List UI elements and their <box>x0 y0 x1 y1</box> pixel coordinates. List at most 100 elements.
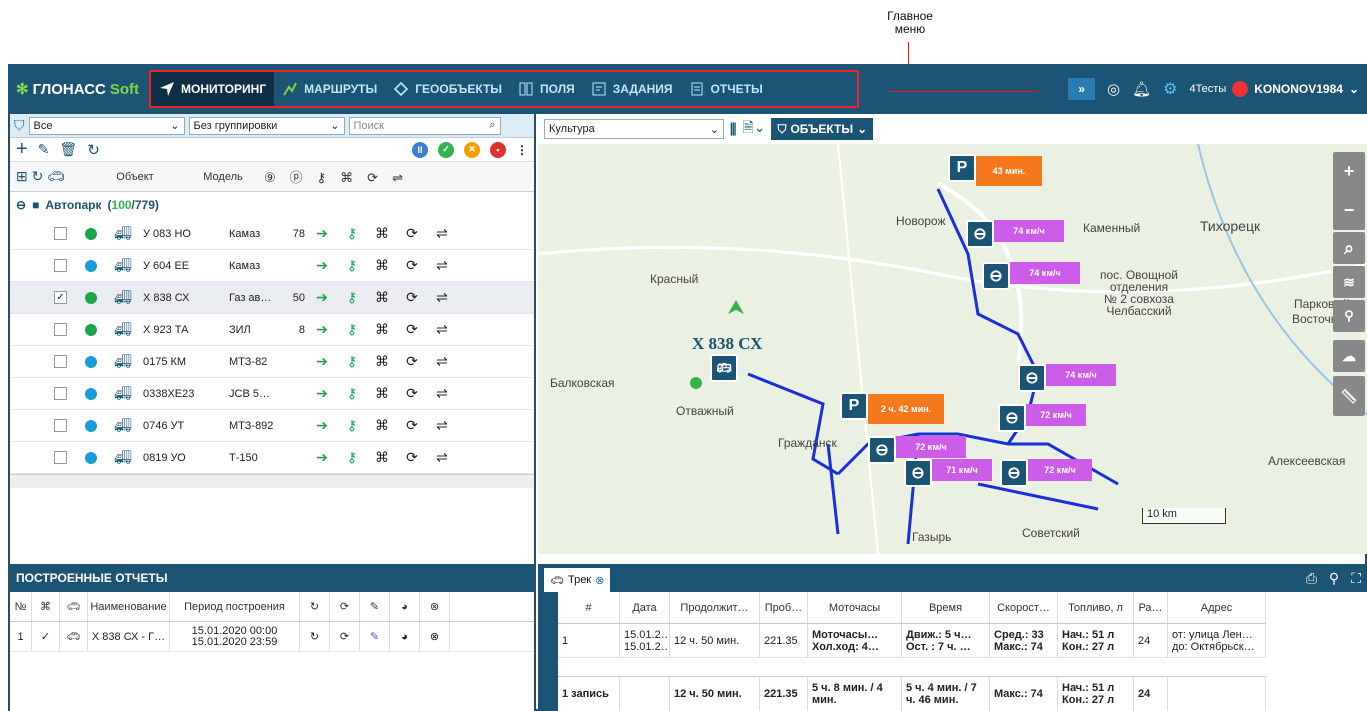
status-arrow-icon[interactable]: ➔ <box>307 385 337 402</box>
row-checkbox[interactable] <box>54 323 67 336</box>
pin-icon[interactable]: ⚲ <box>1329 570 1339 587</box>
gear-icon[interactable]: ⚙ <box>1163 79 1177 99</box>
kebab-menu-icon[interactable]: ⋮ <box>516 143 528 157</box>
track-header-cell[interactable]: Время <box>902 592 990 623</box>
binoculars-icon[interactable]: ⌘ <box>367 449 397 466</box>
history-icon[interactable]: ⟳ <box>397 321 427 338</box>
key-icon[interactable]: ⚷ <box>337 449 367 466</box>
speed-marker[interactable]: ⊖ 72 км/ч <box>998 404 1086 432</box>
bus-marker-icon[interactable]: 🚌︎ <box>710 354 738 382</box>
track-icon[interactable]: ⇌ <box>427 417 457 434</box>
object-row[interactable]: ✓ 🚚︎ Х 838 СХ Газ ав… 50 ➔ ⚷ ⌘ ⟳ ⇌ <box>10 282 534 314</box>
stop-marker[interactable]: P 43 мин. <box>948 154 1042 186</box>
speed-marker[interactable]: ⊖ 74 км/ч <box>1018 364 1116 392</box>
history-icon[interactable]: ⟳ <box>397 353 427 370</box>
ruler-icon[interactable]: 📏︎ <box>1333 376 1365 416</box>
status-arrow-icon[interactable]: ➔ <box>307 225 337 242</box>
row-checkbox[interactable] <box>54 387 67 400</box>
report-checkbox[interactable]: ✓ <box>32 622 60 651</box>
header-name[interactable]: Наименование <box>88 592 170 621</box>
status-arrow-icon[interactable]: ➔ <box>307 353 337 370</box>
key-icon[interactable]: ⚷ <box>337 225 367 242</box>
binoculars-icon[interactable]: ⌘ <box>367 385 397 402</box>
object-row[interactable]: 🚚︎ 0746 УТ МТЗ-892 ➔ ⚷ ⌘ ⟳ ⇌ <box>10 410 534 442</box>
pause-status-icon[interactable]: II <box>412 141 428 158</box>
object-row[interactable]: 🚚︎ 0175 КМ МТЗ-82 ➔ ⚷ ⌘ ⟳ ⇌ <box>10 346 534 378</box>
track-icon[interactable]: ⇌ <box>427 449 457 466</box>
status-arrow-icon[interactable]: ➔ <box>307 417 337 434</box>
history-icon[interactable]: ⟳ <box>397 417 427 434</box>
track-header-cell[interactable]: Дата <box>620 592 670 623</box>
object-plate[interactable]: 0338ХЕ23 <box>137 388 229 400</box>
map-layer-select[interactable]: Культура ⌄ <box>544 119 724 139</box>
object-plate[interactable]: 0175 КМ <box>137 356 229 368</box>
edit-icon[interactable]: ✎ <box>38 141 50 158</box>
zoom-in-button[interactable]: + <box>1344 161 1355 182</box>
header-period[interactable]: Период построения <box>170 592 300 621</box>
object-plate[interactable]: Х 923 ТА <box>137 324 229 336</box>
speed-marker[interactable]: ⊖ 71 км/ч <box>904 459 992 487</box>
row-checkbox[interactable] <box>54 419 67 432</box>
history-icon[interactable]: ⟳ <box>397 289 427 306</box>
zoom-out-button[interactable]: − <box>1344 200 1355 221</box>
menu-geoobjects[interactable]: ГЕООБЪЕКТЫ <box>385 72 510 106</box>
key-icon[interactable]: ⚷ <box>337 257 367 274</box>
track-icon[interactable]: ⇌ <box>427 321 457 338</box>
binoculars-icon[interactable]: ⌘ <box>367 289 397 306</box>
track-icon[interactable]: ⇌ <box>427 225 457 242</box>
map-search-icon[interactable]: ⌕ <box>1333 232 1365 264</box>
key-icon[interactable]: ⚷ <box>337 417 367 434</box>
track-icon[interactable]: ⇌ <box>427 257 457 274</box>
object-plate[interactable]: Х 838 СХ <box>137 292 229 304</box>
object-plate[interactable]: У 604 ЕЕ <box>137 260 229 272</box>
object-row[interactable]: 🚚︎ У 083 НО Камаз 78 ➔ ⚷ ⌘ ⟳ ⇌ <box>10 218 534 250</box>
track-header-cell[interactable]: Ра… <box>1134 592 1168 623</box>
speed-marker[interactable]: ⊖ 74 км/ч <box>966 220 1064 248</box>
object-row[interactable]: 🚚︎ 0819 УО Т-150 ➔ ⚷ ⌘ ⟳ ⇌ <box>10 442 534 474</box>
tab-track[interactable]: 🚗︎ Трек ⊗ <box>544 568 611 592</box>
route-tool-icon[interactable]: ⚲ <box>1333 300 1365 332</box>
refresh-icon[interactable]: ↻ <box>87 141 100 159</box>
lock-status-icon[interactable]: ▪ <box>490 141 506 158</box>
bell-icon[interactable]: 🔔︎ <box>1132 80 1151 98</box>
status-arrow-icon[interactable]: ➔ <box>307 449 337 466</box>
pie-report-button[interactable]: ◕ <box>390 622 420 651</box>
menu-tasks[interactable]: ЗАДАНИЯ <box>583 72 681 106</box>
account-menu[interactable]: 4Тесты KONONOV1984 ⌄ <box>1189 81 1359 97</box>
weather-icon[interactable]: ☁ <box>1333 340 1365 372</box>
track-header-cell[interactable]: Моточасы <box>808 592 902 623</box>
key-icon[interactable]: ⚷ <box>337 353 367 370</box>
column-tools-icon[interactable]: ⊞ ↻ 🚗︎ <box>10 168 80 185</box>
ok-status-icon[interactable]: ✓ <box>438 141 454 158</box>
track-icon[interactable]: ⇌ <box>427 385 457 402</box>
key-icon[interactable]: ⚷ <box>337 321 367 338</box>
track-header-cell[interactable]: # <box>558 592 620 623</box>
binoculars-icon[interactable]: ⌘ <box>367 353 397 370</box>
camera-icon[interactable]: ◎ <box>1107 80 1120 98</box>
history-report-button[interactable]: ⟳ <box>330 622 360 651</box>
row-checkbox[interactable] <box>54 227 67 240</box>
more-menu-button[interactable]: » <box>1068 78 1095 100</box>
menu-fields[interactable]: ПОЛЯ <box>510 72 583 106</box>
expand-icon[interactable]: ⛶ <box>1351 570 1361 587</box>
row-checkbox[interactable] <box>54 451 67 464</box>
object-row[interactable]: 🚚︎ Х 923 ТА ЗИЛ 8 ➔ ⚷ ⌘ ⟳ ⇌ <box>10 314 534 346</box>
track-header-cell[interactable]: Топливо, л <box>1058 592 1134 623</box>
layers-icon[interactable]: ≋ <box>1333 266 1365 298</box>
track-icon[interactable]: ⇌ <box>427 353 457 370</box>
binoculars-icon[interactable]: ⌘ <box>367 225 397 242</box>
chart-report-button[interactable]: ✎ <box>360 622 390 651</box>
history-icon[interactable]: ⟳ <box>397 257 427 274</box>
group-checkbox-icon[interactable]: ■ <box>32 198 39 212</box>
header-num[interactable]: № <box>10 592 32 621</box>
menu-monitoring[interactable]: МОНИТОРИНГ <box>151 72 275 106</box>
refresh-report-button[interactable]: ↻ <box>300 622 330 651</box>
delete-icon[interactable]: 🗑︎ <box>59 141 77 158</box>
key-icon[interactable]: ⚷ <box>337 385 367 402</box>
object-row[interactable]: 🚚︎ У 604 ЕЕ Камаз ➔ ⚷ ⌘ ⟳ ⇌ <box>10 250 534 282</box>
track-icon[interactable]: ⇌ <box>427 289 457 306</box>
header-object[interactable]: Объект <box>80 171 190 183</box>
binoculars-icon[interactable]: ⌘ <box>367 417 397 434</box>
filter-icon[interactable]: ⛉ <box>14 117 25 134</box>
collapse-icon[interactable]: ⊖ <box>16 198 26 212</box>
